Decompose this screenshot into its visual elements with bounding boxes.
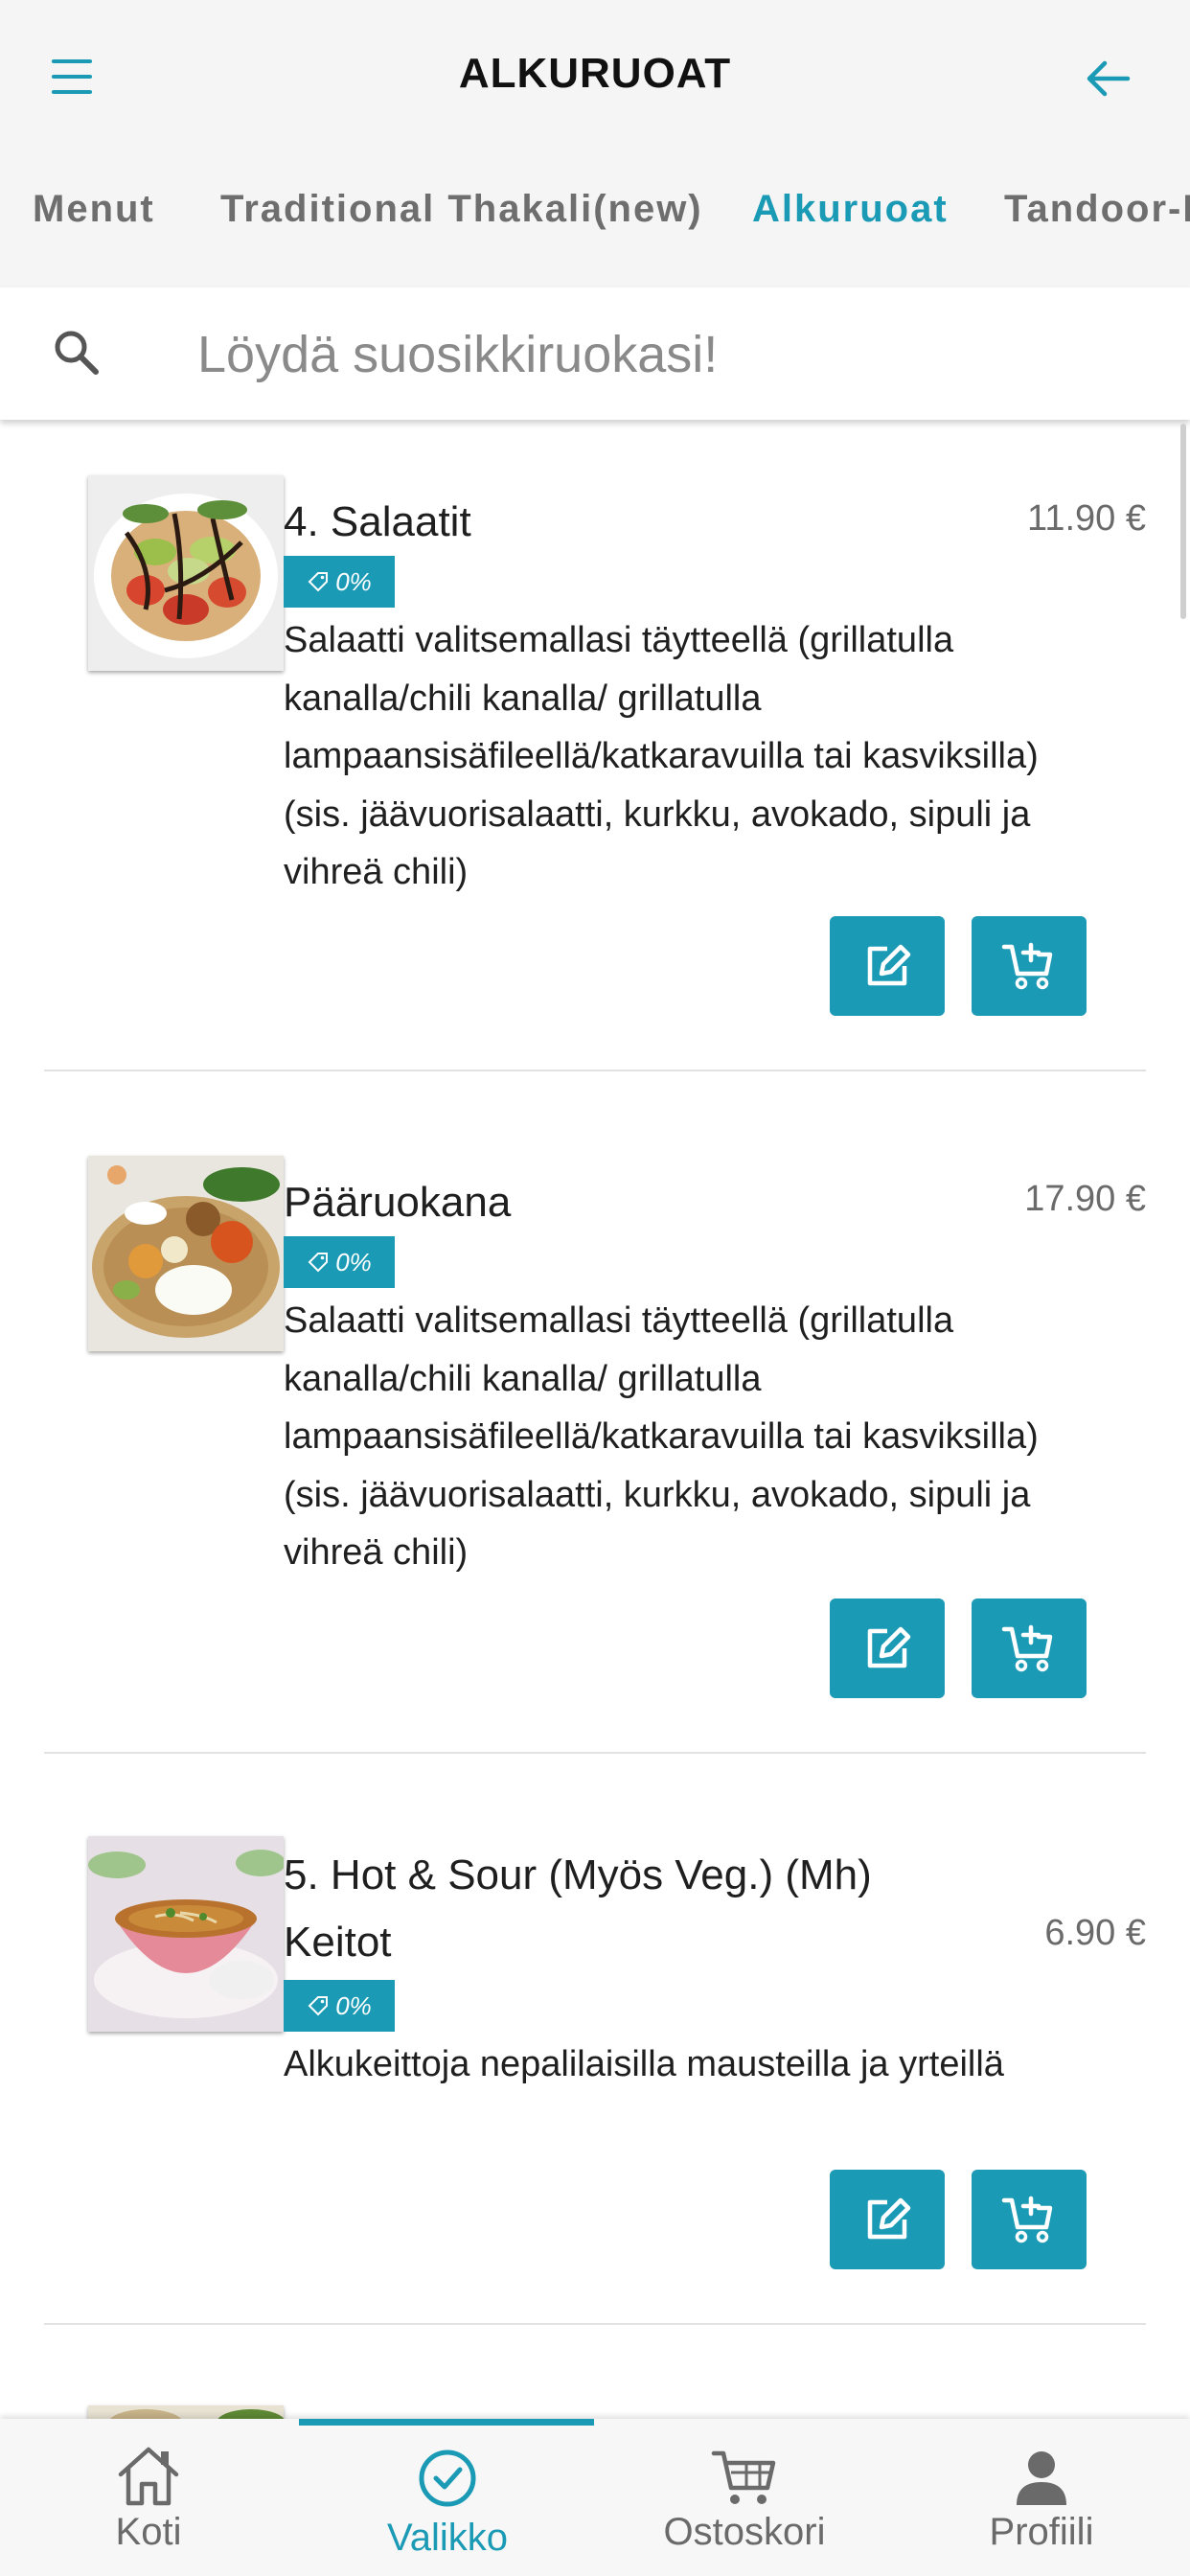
nav-valikko[interactable]: Valikko (299, 2419, 596, 2576)
tab-tandoor[interactable]: Tandoor-R (1004, 188, 1190, 231)
nav-label: Valikko (387, 2517, 508, 2559)
discount-badge: 0% (284, 1236, 395, 1288)
edit-icon (867, 944, 911, 986)
item-name: 4. Salaatit (284, 498, 471, 545)
item-price: 17.90 € (1024, 1179, 1146, 1219)
discount-value: 0% (335, 1990, 372, 2020)
cart-plus-icon (1001, 942, 1053, 990)
check-circle-icon (419, 2450, 476, 2507)
page-title: ALKURUOAT (458, 50, 732, 97)
bottom-navigation: Koti Valikko Ostoskori Profiili (0, 2419, 1190, 2576)
scrollbar[interactable] (1180, 424, 1186, 619)
add-to-cart-button[interactable] (972, 1598, 1087, 1698)
discount-badge: 0% (284, 556, 395, 608)
item-image-next[interactable] (88, 2405, 284, 2419)
category-tabs: Menut Traditional Thakali(new) Alkuruoat… (0, 188, 1190, 255)
item-name: 5. Hot & Sour (Myös Veg.) (Mh) Keitot (284, 1852, 872, 1966)
menu-item-list: 4. Salaatit 11.90 € 0% Salaatti valitsem… (0, 420, 1190, 2419)
tag-icon (308, 1253, 329, 1273)
search-input[interactable] (197, 316, 1136, 393)
app-header: ALKURUOAT Menut Traditional Thakali(new)… (0, 0, 1190, 288)
item-description: Salaatti valitsemallasi täytteellä (gril… (284, 620, 1039, 892)
back-arrow-icon[interactable] (1078, 50, 1141, 107)
item-name: Pääruokana (284, 1179, 512, 1226)
discount-value: 0% (335, 566, 372, 596)
edit-button[interactable] (830, 2170, 945, 2269)
tab-alkuruoat[interactable]: Alkuruoat (752, 188, 949, 231)
search-icon[interactable] (48, 324, 105, 381)
nav-label: Koti (115, 2511, 182, 2553)
tag-icon (308, 1996, 329, 2016)
edit-icon (867, 2197, 911, 2240)
edit-button[interactable] (830, 916, 945, 1016)
nav-koti[interactable]: Koti (0, 2419, 297, 2576)
discount-badge: 0% (284, 1980, 395, 2032)
cart-plus-icon (1001, 2196, 1053, 2243)
person-icon (1017, 2451, 1066, 2505)
item-image-main-course[interactable] (88, 1156, 284, 1351)
item-description: Salaatti valitsemallasi täytteellä (gril… (284, 1300, 1039, 1573)
add-to-cart-button[interactable] (972, 916, 1087, 1016)
nav-ostoskori[interactable]: Ostoskori (596, 2419, 893, 2576)
item-image-soup[interactable] (88, 1836, 284, 2032)
item-image-salad[interactable] (88, 475, 284, 671)
discount-value: 0% (335, 1247, 372, 1276)
search-bar (0, 288, 1190, 420)
cart-plus-icon (1001, 1624, 1053, 1672)
cart-icon (711, 2450, 776, 2504)
home-icon (118, 2447, 179, 2506)
nav-label: Profiili (989, 2511, 1094, 2553)
item-description: Alkukeittoja nepalilaisilla mausteilla j… (284, 2044, 1004, 2084)
tab-menut[interactable]: Menut (33, 188, 155, 231)
edit-icon (867, 1626, 911, 1668)
tag-icon (308, 572, 329, 592)
add-to-cart-button[interactable] (972, 2170, 1087, 2269)
nav-label: Ostoskori (663, 2511, 826, 2553)
item-price: 6.90 € (1044, 1913, 1146, 1953)
item-price: 11.90 € (1027, 498, 1146, 539)
tab-traditional-thakali[interactable]: Traditional Thakali(new) (220, 188, 703, 231)
nav-profiili[interactable]: Profiili (893, 2419, 1190, 2576)
edit-button[interactable] (830, 1598, 945, 1698)
